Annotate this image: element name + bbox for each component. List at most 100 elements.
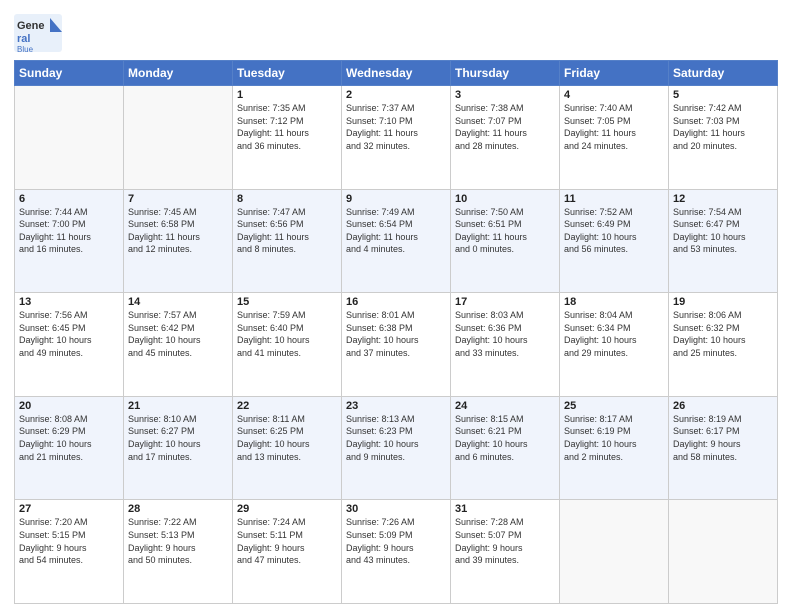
calendar-week-row: 27Sunrise: 7:20 AM Sunset: 5:15 PM Dayli…: [15, 500, 778, 604]
day-info: Sunrise: 8:17 AM Sunset: 6:19 PM Dayligh…: [564, 413, 664, 463]
calendar-header-saturday: Saturday: [669, 61, 778, 86]
day-number: 11: [564, 193, 664, 205]
day-info: Sunrise: 7:59 AM Sunset: 6:40 PM Dayligh…: [237, 309, 337, 359]
day-info: Sunrise: 8:04 AM Sunset: 6:34 PM Dayligh…: [564, 309, 664, 359]
calendar-cell: 21Sunrise: 8:10 AM Sunset: 6:27 PM Dayli…: [124, 396, 233, 500]
calendar-cell: [560, 500, 669, 604]
calendar-cell: 2Sunrise: 7:37 AM Sunset: 7:10 PM Daylig…: [342, 86, 451, 190]
day-number: 25: [564, 400, 664, 412]
logo-svg: Gene ral Blue: [14, 14, 64, 54]
calendar-header-thursday: Thursday: [451, 61, 560, 86]
day-number: 12: [673, 193, 773, 205]
day-number: 16: [346, 296, 446, 308]
calendar-cell: 10Sunrise: 7:50 AM Sunset: 6:51 PM Dayli…: [451, 189, 560, 293]
calendar-cell: 12Sunrise: 7:54 AM Sunset: 6:47 PM Dayli…: [669, 189, 778, 293]
day-number: 21: [128, 400, 228, 412]
calendar-header-sunday: Sunday: [15, 61, 124, 86]
day-number: 7: [128, 193, 228, 205]
calendar-header-wednesday: Wednesday: [342, 61, 451, 86]
day-info: Sunrise: 8:10 AM Sunset: 6:27 PM Dayligh…: [128, 413, 228, 463]
calendar-cell: 19Sunrise: 8:06 AM Sunset: 6:32 PM Dayli…: [669, 293, 778, 397]
calendar-cell: 30Sunrise: 7:26 AM Sunset: 5:09 PM Dayli…: [342, 500, 451, 604]
calendar-cell: 20Sunrise: 8:08 AM Sunset: 6:29 PM Dayli…: [15, 396, 124, 500]
day-number: 10: [455, 193, 555, 205]
calendar-cell: 25Sunrise: 8:17 AM Sunset: 6:19 PM Dayli…: [560, 396, 669, 500]
day-number: 28: [128, 503, 228, 515]
svg-text:Gene: Gene: [17, 20, 45, 32]
day-number: 3: [455, 89, 555, 101]
day-number: 18: [564, 296, 664, 308]
day-number: 20: [19, 400, 119, 412]
day-info: Sunrise: 7:50 AM Sunset: 6:51 PM Dayligh…: [455, 206, 555, 256]
day-info: Sunrise: 8:19 AM Sunset: 6:17 PM Dayligh…: [673, 413, 773, 463]
day-number: 14: [128, 296, 228, 308]
day-number: 30: [346, 503, 446, 515]
calendar-cell: 27Sunrise: 7:20 AM Sunset: 5:15 PM Dayli…: [15, 500, 124, 604]
calendar-cell: 7Sunrise: 7:45 AM Sunset: 6:58 PM Daylig…: [124, 189, 233, 293]
calendar-week-row: 6Sunrise: 7:44 AM Sunset: 7:00 PM Daylig…: [15, 189, 778, 293]
header: Gene ral Blue: [14, 10, 778, 54]
calendar-cell: 14Sunrise: 7:57 AM Sunset: 6:42 PM Dayli…: [124, 293, 233, 397]
calendar-cell: 13Sunrise: 7:56 AM Sunset: 6:45 PM Dayli…: [15, 293, 124, 397]
calendar-cell: 28Sunrise: 7:22 AM Sunset: 5:13 PM Dayli…: [124, 500, 233, 604]
day-info: Sunrise: 7:54 AM Sunset: 6:47 PM Dayligh…: [673, 206, 773, 256]
day-info: Sunrise: 7:56 AM Sunset: 6:45 PM Dayligh…: [19, 309, 119, 359]
day-info: Sunrise: 7:44 AM Sunset: 7:00 PM Dayligh…: [19, 206, 119, 256]
calendar-cell: [124, 86, 233, 190]
day-number: 19: [673, 296, 773, 308]
day-number: 17: [455, 296, 555, 308]
day-number: 4: [564, 89, 664, 101]
day-number: 2: [346, 89, 446, 101]
day-info: Sunrise: 8:08 AM Sunset: 6:29 PM Dayligh…: [19, 413, 119, 463]
calendar-cell: 31Sunrise: 7:28 AM Sunset: 5:07 PM Dayli…: [451, 500, 560, 604]
calendar-cell: 8Sunrise: 7:47 AM Sunset: 6:56 PM Daylig…: [233, 189, 342, 293]
calendar-cell: 24Sunrise: 8:15 AM Sunset: 6:21 PM Dayli…: [451, 396, 560, 500]
calendar-cell: 5Sunrise: 7:42 AM Sunset: 7:03 PM Daylig…: [669, 86, 778, 190]
calendar-header-friday: Friday: [560, 61, 669, 86]
calendar-cell: 22Sunrise: 8:11 AM Sunset: 6:25 PM Dayli…: [233, 396, 342, 500]
day-info: Sunrise: 7:57 AM Sunset: 6:42 PM Dayligh…: [128, 309, 228, 359]
calendar-cell: 3Sunrise: 7:38 AM Sunset: 7:07 PM Daylig…: [451, 86, 560, 190]
calendar-week-row: 20Sunrise: 8:08 AM Sunset: 6:29 PM Dayli…: [15, 396, 778, 500]
calendar-table: SundayMondayTuesdayWednesdayThursdayFrid…: [14, 60, 778, 604]
calendar-week-row: 13Sunrise: 7:56 AM Sunset: 6:45 PM Dayli…: [15, 293, 778, 397]
day-info: Sunrise: 7:22 AM Sunset: 5:13 PM Dayligh…: [128, 516, 228, 566]
day-number: 29: [237, 503, 337, 515]
day-info: Sunrise: 7:45 AM Sunset: 6:58 PM Dayligh…: [128, 206, 228, 256]
day-number: 15: [237, 296, 337, 308]
day-number: 26: [673, 400, 773, 412]
calendar-cell: [15, 86, 124, 190]
day-info: Sunrise: 7:24 AM Sunset: 5:11 PM Dayligh…: [237, 516, 337, 566]
svg-text:ral: ral: [17, 33, 30, 45]
day-number: 6: [19, 193, 119, 205]
day-info: Sunrise: 7:38 AM Sunset: 7:07 PM Dayligh…: [455, 102, 555, 152]
day-number: 27: [19, 503, 119, 515]
day-info: Sunrise: 8:13 AM Sunset: 6:23 PM Dayligh…: [346, 413, 446, 463]
logo: Gene ral Blue: [14, 14, 64, 54]
calendar-header-tuesday: Tuesday: [233, 61, 342, 86]
day-number: 23: [346, 400, 446, 412]
calendar-cell: 11Sunrise: 7:52 AM Sunset: 6:49 PM Dayli…: [560, 189, 669, 293]
day-number: 22: [237, 400, 337, 412]
calendar-cell: 15Sunrise: 7:59 AM Sunset: 6:40 PM Dayli…: [233, 293, 342, 397]
day-info: Sunrise: 8:06 AM Sunset: 6:32 PM Dayligh…: [673, 309, 773, 359]
calendar-cell: 4Sunrise: 7:40 AM Sunset: 7:05 PM Daylig…: [560, 86, 669, 190]
day-info: Sunrise: 8:03 AM Sunset: 6:36 PM Dayligh…: [455, 309, 555, 359]
day-info: Sunrise: 7:20 AM Sunset: 5:15 PM Dayligh…: [19, 516, 119, 566]
day-info: Sunrise: 7:26 AM Sunset: 5:09 PM Dayligh…: [346, 516, 446, 566]
day-number: 31: [455, 503, 555, 515]
calendar-cell: 26Sunrise: 8:19 AM Sunset: 6:17 PM Dayli…: [669, 396, 778, 500]
calendar-cell: 9Sunrise: 7:49 AM Sunset: 6:54 PM Daylig…: [342, 189, 451, 293]
svg-text:Blue: Blue: [17, 45, 34, 54]
day-info: Sunrise: 7:37 AM Sunset: 7:10 PM Dayligh…: [346, 102, 446, 152]
calendar-cell: 29Sunrise: 7:24 AM Sunset: 5:11 PM Dayli…: [233, 500, 342, 604]
calendar-cell: 16Sunrise: 8:01 AM Sunset: 6:38 PM Dayli…: [342, 293, 451, 397]
day-info: Sunrise: 7:49 AM Sunset: 6:54 PM Dayligh…: [346, 206, 446, 256]
day-info: Sunrise: 7:40 AM Sunset: 7:05 PM Dayligh…: [564, 102, 664, 152]
day-number: 5: [673, 89, 773, 101]
day-info: Sunrise: 7:35 AM Sunset: 7:12 PM Dayligh…: [237, 102, 337, 152]
day-info: Sunrise: 7:47 AM Sunset: 6:56 PM Dayligh…: [237, 206, 337, 256]
calendar-header-row: SundayMondayTuesdayWednesdayThursdayFrid…: [15, 61, 778, 86]
calendar-week-row: 1Sunrise: 7:35 AM Sunset: 7:12 PM Daylig…: [15, 86, 778, 190]
calendar-cell: 6Sunrise: 7:44 AM Sunset: 7:00 PM Daylig…: [15, 189, 124, 293]
